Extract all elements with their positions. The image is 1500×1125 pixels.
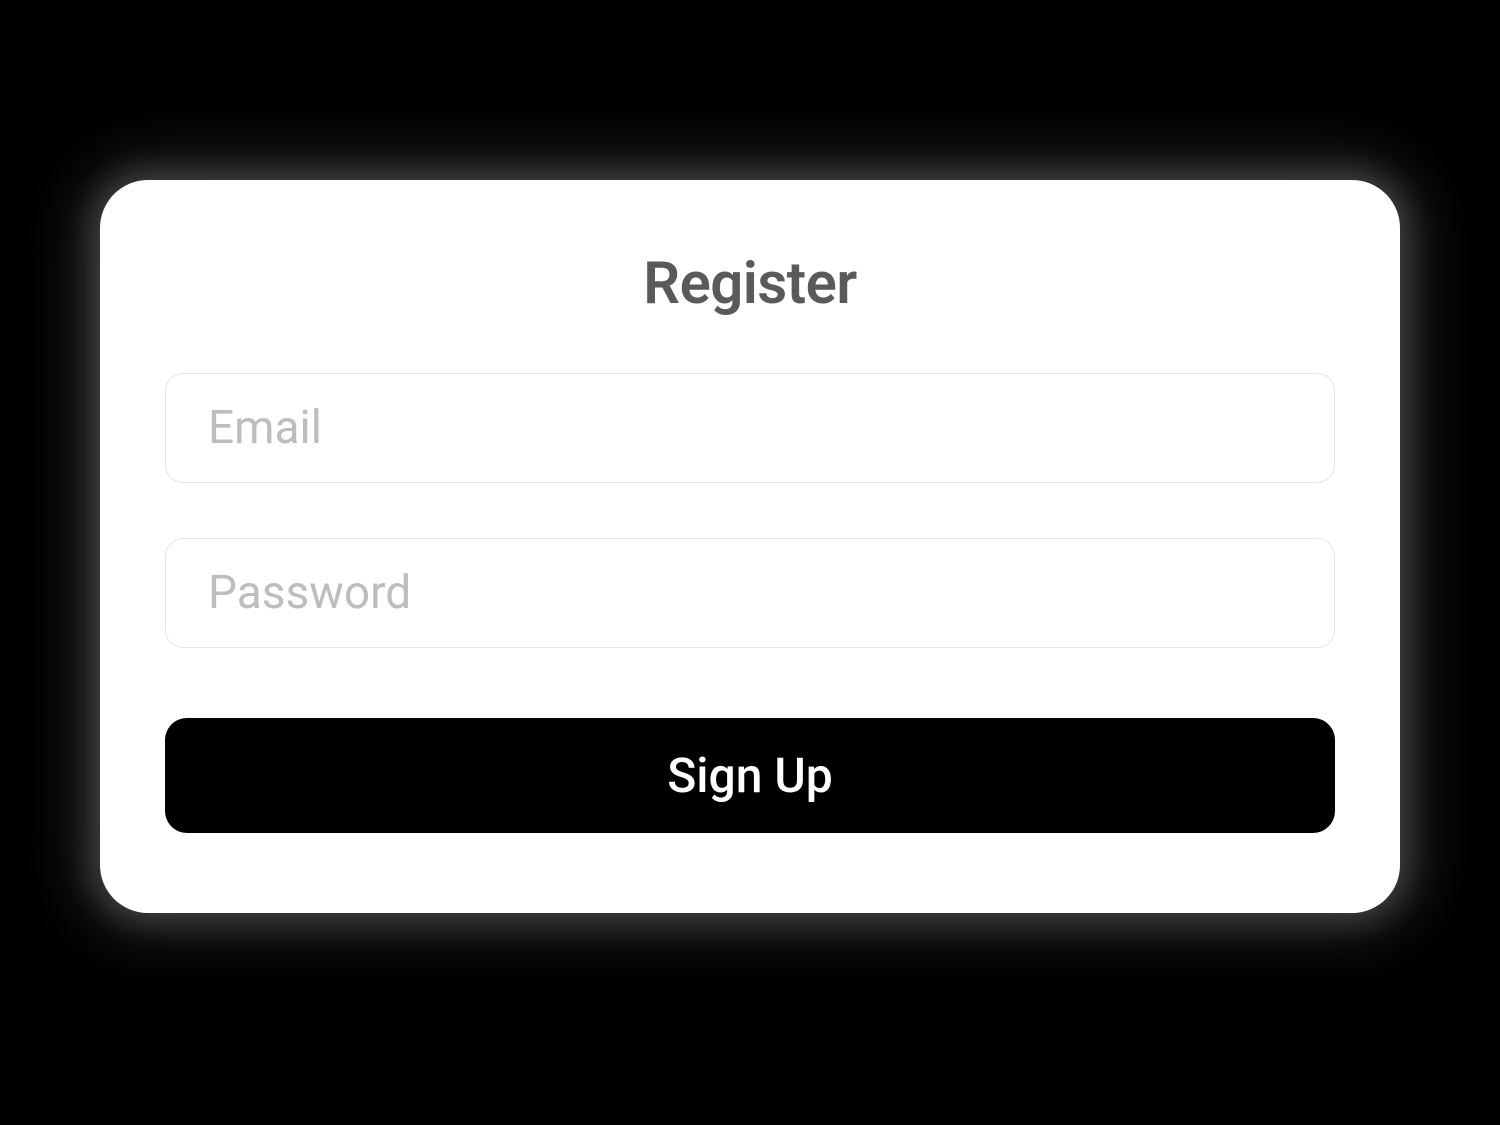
page-title: Register (165, 250, 1335, 318)
password-field[interactable] (165, 538, 1335, 648)
email-field[interactable] (165, 373, 1335, 483)
register-card: Register Sign Up (100, 180, 1400, 913)
signup-button[interactable]: Sign Up (165, 718, 1335, 833)
